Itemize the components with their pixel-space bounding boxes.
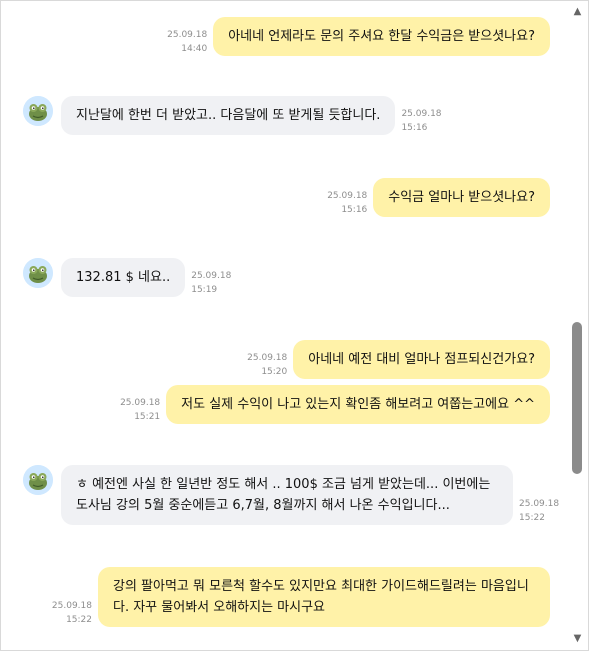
message-timestamp: 25.09.18 15:20 — [247, 351, 287, 379]
message-time: 14:40 — [181, 44, 208, 54]
message-outgoing: 25.09.18 14:40 아네네 언제라도 문의 주셔요 한달 수익금은 받… — [167, 17, 550, 56]
message-incoming: ㅎ 예전엔 사실 한 일년반 정도 해서 .. 100$ 조금 넘게 받았는데.… — [23, 465, 559, 525]
message-bubble: 132.81 $ 네요.. — [61, 258, 186, 297]
vertical-scrollbar[interactable]: ▲ ▼ — [568, 1, 587, 650]
message-time: 15:16 — [401, 123, 428, 133]
message-time: 15:22 — [519, 513, 545, 523]
message-outgoing: 25.09.18 15:20 아네네 예전 대비 얼마나 점프되신건가요? — [247, 340, 550, 379]
message-time: 15:19 — [191, 285, 218, 295]
chat-window: 25.09.18 14:40 아네네 언제라도 문의 주셔요 한달 수익금은 받… — [0, 0, 589, 651]
message-incoming: 지난달에 한번 더 받았고.. 다음달에 또 받게될 듯합니다. 25.09.1… — [23, 96, 442, 135]
message-timestamp: 25.09.18 15:16 — [327, 189, 367, 217]
message-bubble: 지난달에 한번 더 받았고.. 다음달에 또 받게될 듯합니다. — [61, 96, 396, 135]
message-date: 25.09.18 — [191, 271, 232, 281]
message-outgoing: 25.09.18 15:16 수익금 얼마나 받으셧나요? — [327, 178, 550, 217]
message-date: 25.09.18 — [327, 191, 368, 201]
frog-avatar-icon — [23, 258, 53, 288]
message-bubble: 아네네 예전 대비 얼마나 점프되신건가요? — [293, 340, 550, 379]
message-date: 25.09.18 — [120, 398, 161, 408]
message-time: 15:22 — [66, 615, 92, 625]
message-time: 15:21 — [134, 412, 161, 422]
message-bubble: ㅎ 예전엔 사실 한 일년반 정도 해서 .. 100$ 조금 넘게 받았는데.… — [61, 465, 513, 525]
scroll-up-arrow-icon[interactable]: ▲ — [568, 3, 587, 21]
message-date: 25.09.18 — [401, 109, 442, 119]
message-bubble: 아네네 언제라도 문의 주셔요 한달 수익금은 받으셧나요? — [213, 17, 550, 56]
scroll-down-arrow-icon[interactable]: ▼ — [568, 630, 587, 648]
frog-avatar-icon — [23, 465, 53, 495]
message-timestamp: 25.09.18 15:21 — [120, 396, 160, 424]
frog-avatar-icon — [23, 96, 53, 126]
message-timestamp: 25.09.18 15:16 — [401, 107, 441, 135]
message-date: 25.09.18 — [167, 30, 208, 40]
message-thread[interactable]: 25.09.18 14:40 아네네 언제라도 문의 주셔요 한달 수익금은 받… — [1, 1, 568, 650]
message-date: 25.09.18 — [247, 353, 288, 363]
message-outgoing: 25.09.18 15:22 강의 팔아먹고 뭐 모른척 할수도 있지만요 최대… — [52, 567, 550, 627]
scroll-thumb[interactable] — [572, 322, 582, 474]
message-bubble: 저도 실제 수익이 나고 있는지 확인좀 해보려고 여쭙는고에요 ^^ — [166, 385, 550, 424]
message-outgoing: 25.09.18 15:21 저도 실제 수익이 나고 있는지 확인좀 해보려고… — [120, 385, 550, 424]
message-time: 15:20 — [261, 367, 288, 377]
message-date: 25.09.18 — [519, 499, 560, 509]
message-bubble: 수익금 얼마나 받으셧나요? — [373, 178, 550, 217]
message-incoming: 132.81 $ 네요.. 25.09.18 15:19 — [23, 258, 231, 297]
message-date: 25.09.18 — [51, 601, 92, 611]
message-timestamp: 25.09.18 15:22 — [519, 497, 559, 525]
message-timestamp: 25.09.18 15:22 — [52, 599, 92, 627]
message-time: 15:16 — [341, 205, 368, 215]
message-timestamp: 25.09.18 15:19 — [191, 269, 231, 297]
message-bubble: 강의 팔아먹고 뭐 모른척 할수도 있지만요 최대한 가이드해드릴려는 마음입니… — [98, 567, 550, 627]
message-timestamp: 25.09.18 14:40 — [167, 28, 207, 56]
